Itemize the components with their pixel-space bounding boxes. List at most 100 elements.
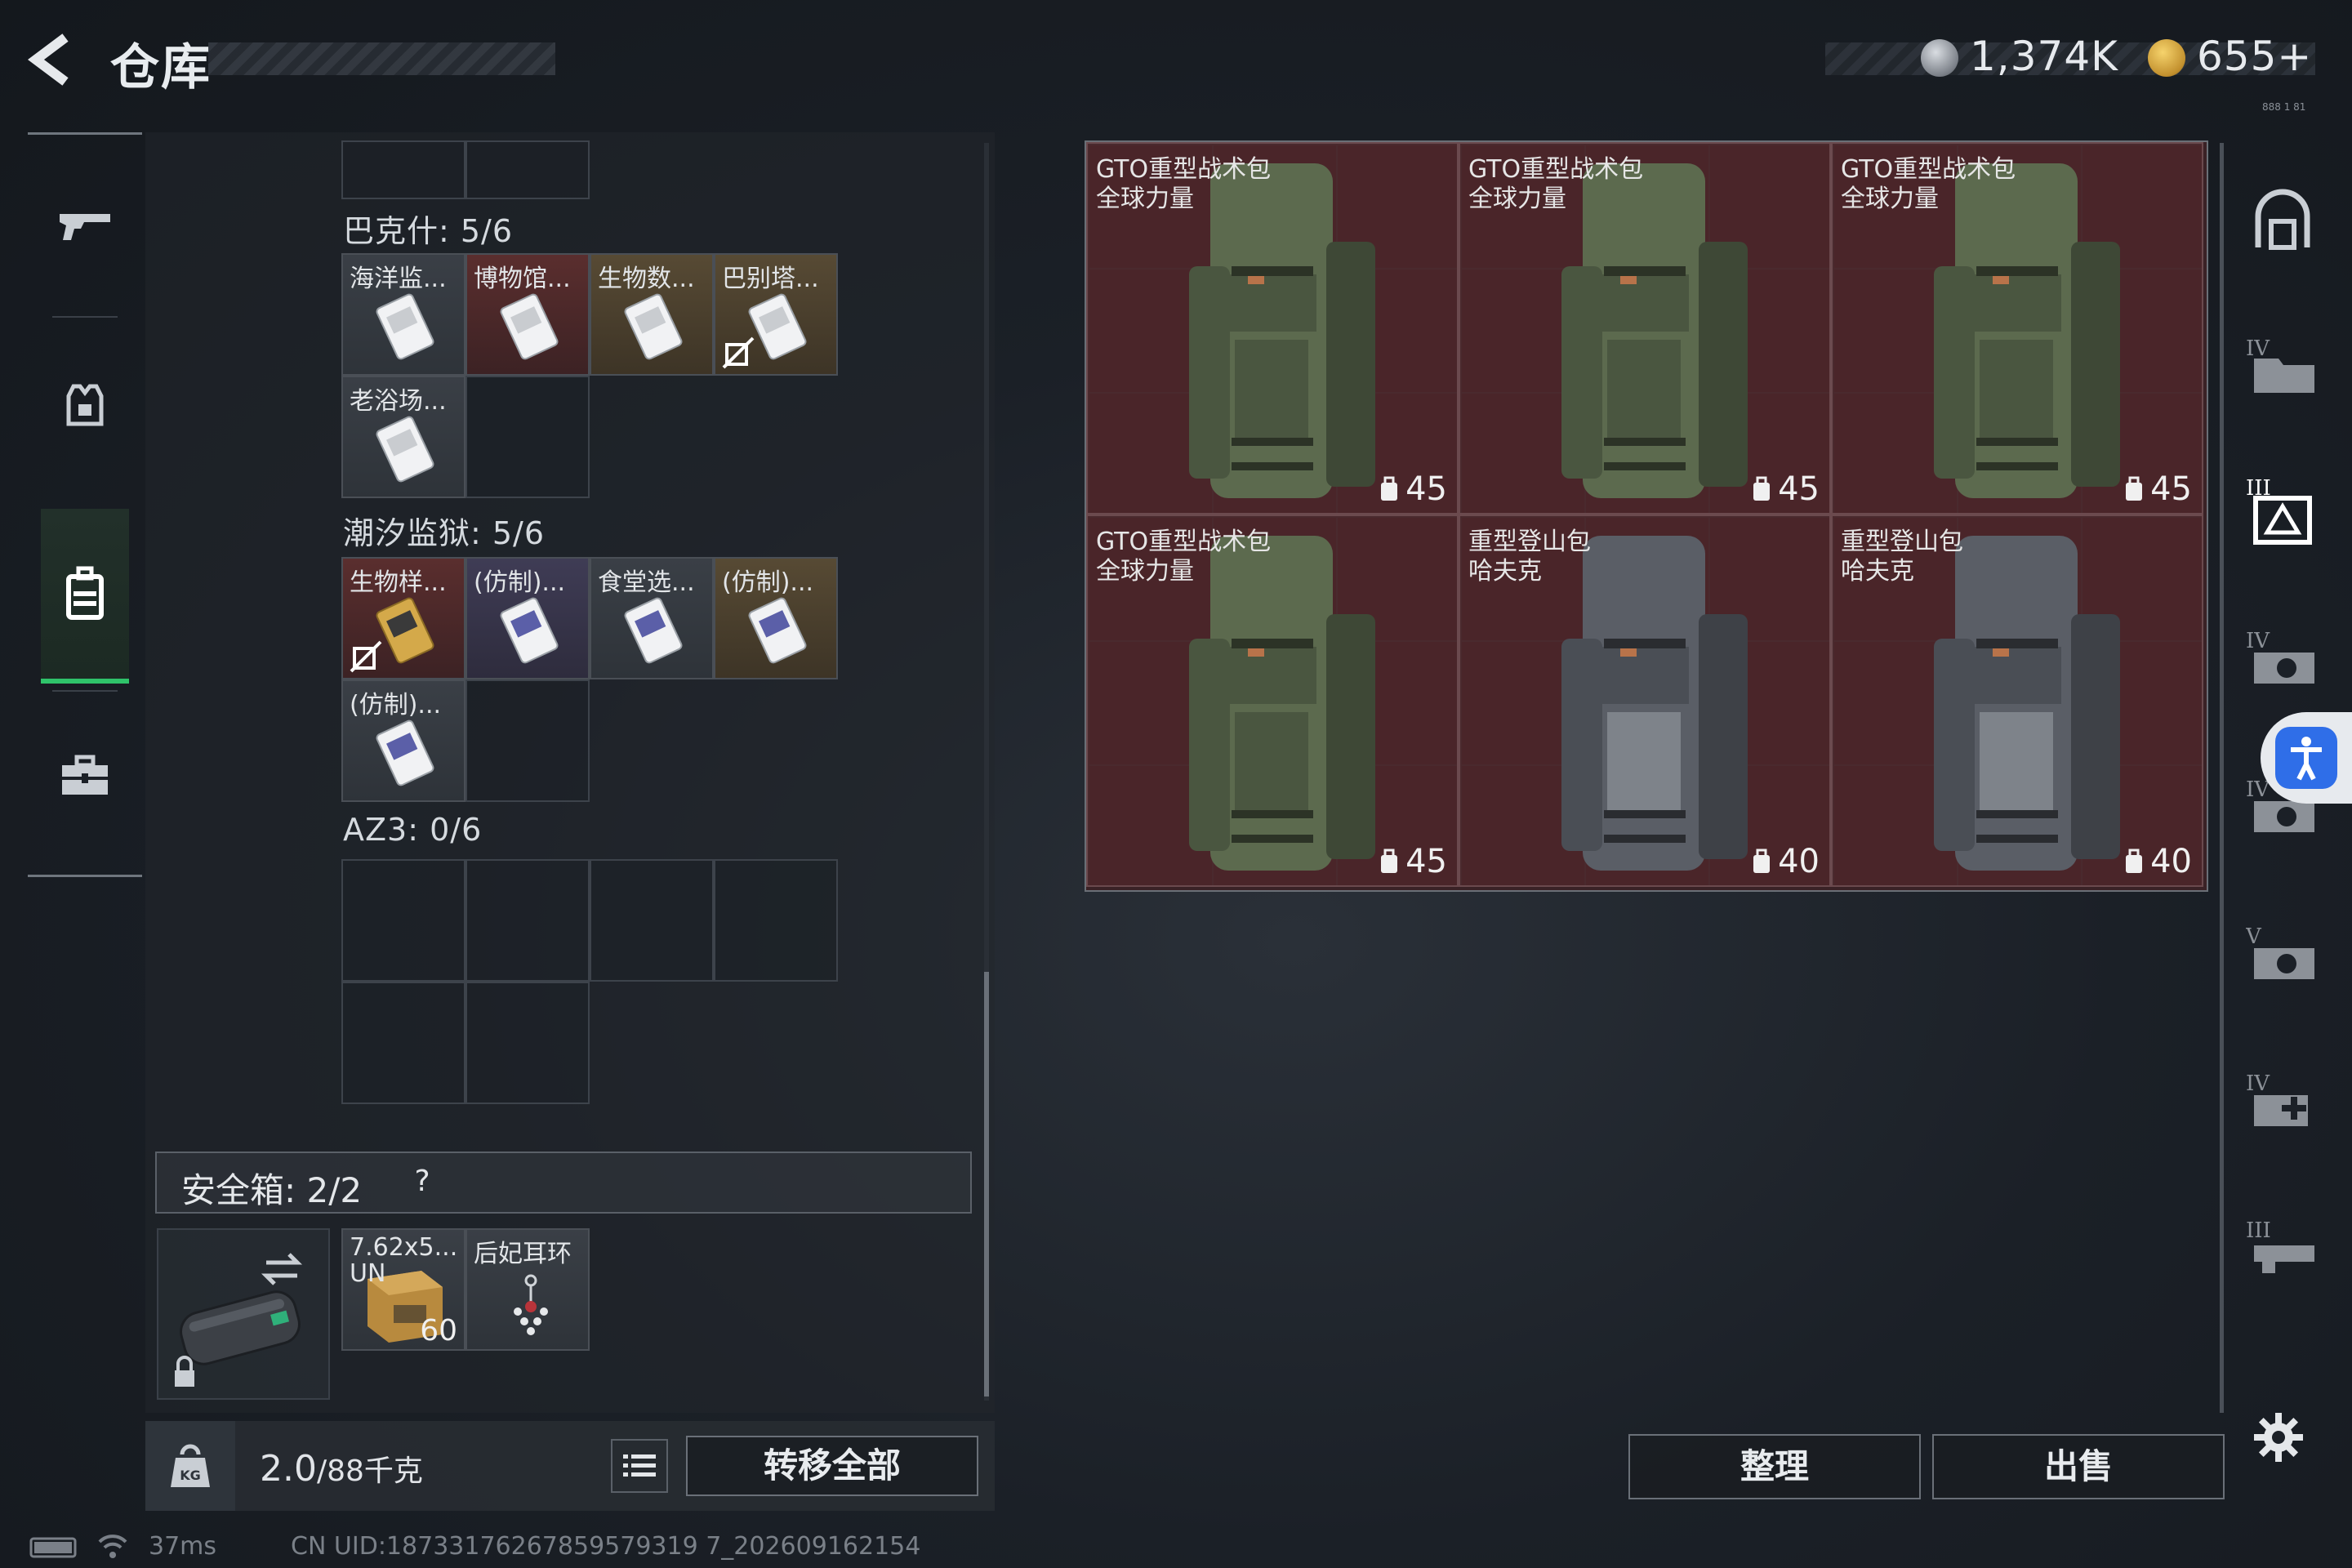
sell-button[interactable]: 出售 (1932, 1434, 2225, 1499)
section-label: 巴克什: 5/6 (343, 213, 514, 249)
capacity-value: 40 (1778, 843, 1820, 880)
capacity-value: 45 (2150, 470, 2192, 508)
accessibility-icon (2291, 737, 2322, 781)
top-bar: 仓库 1,374K 655+ 888 1 81 (0, 0, 2352, 122)
help-button[interactable]: ? (402, 1161, 443, 1202)
empty-slot (466, 140, 590, 199)
wifi-icon (98, 1535, 127, 1558)
empty-slot (341, 859, 466, 982)
item-slot[interactable]: (仿制)... (714, 557, 838, 679)
tier-label: V (2246, 924, 2262, 949)
stash-item[interactable]: GTO重型战术包 全球力量 45 (1086, 142, 1459, 514)
item-slot[interactable]: 7.62x5... UN 60 (341, 1228, 466, 1351)
item-name: 7.62x5... (350, 1233, 458, 1262)
stash-tab-ammo[interactable]: IV (2238, 318, 2328, 408)
stash-tab-weapon[interactable]: III (2238, 1200, 2328, 1290)
weapon-case-icon: III (2246, 1218, 2314, 1273)
item-brand: 全球力量 (1096, 185, 1194, 213)
item-slot[interactable]: 后妃耳环 (466, 1228, 590, 1351)
stash-item[interactable]: 重型登山包 哈夫克 40 (1459, 514, 1831, 887)
tier-label: III (2246, 1218, 2271, 1243)
stash-item[interactable]: 重型登山包 哈夫克 40 (1831, 514, 2203, 887)
nav-armor[interactable] (28, 323, 142, 486)
weight-capacity: /88千克 (316, 1454, 423, 1488)
ping-text: 37ms (149, 1532, 217, 1561)
item-slot[interactable]: (仿制)... (466, 557, 590, 679)
keycard-icon (500, 597, 559, 664)
backpack-tab-icon: III (2246, 476, 2312, 545)
stash-tab-backpack[interactable]: III (2238, 466, 2328, 555)
sort-button[interactable]: 整理 (1628, 1434, 1921, 1499)
stash-item[interactable]: GTO重型战术包 全球力量 45 (1831, 142, 2203, 514)
currency-gold-amount[interactable]: 655+ (2197, 33, 2312, 80)
status-bar: 37ms CN UID:18733176267859579319 7_20260… (0, 1526, 1062, 1566)
keycard-icon (748, 597, 807, 664)
back-arrow-icon (28, 33, 69, 86)
capacity-bag-icon (1381, 849, 1398, 873)
list-icon (623, 1454, 656, 1477)
tier-label: IV (2246, 629, 2270, 653)
nav-weapons[interactable] (28, 143, 142, 306)
capacity-value: 45 (1405, 470, 1447, 508)
keycard-icon (624, 293, 683, 360)
item-brand: 哈夫克 (1841, 557, 1914, 586)
item-slot[interactable]: 巴别塔... (714, 253, 838, 376)
capacity-value: 45 (1778, 470, 1820, 508)
keycard-icon (500, 293, 559, 360)
capacity: 40 (2123, 843, 2192, 880)
keycard-icon (376, 416, 434, 483)
list-view-button[interactable] (611, 1439, 668, 1493)
stash-scrollbar[interactable] (2220, 143, 2224, 1413)
back-button[interactable] (24, 31, 82, 88)
empty-slot (466, 982, 590, 1104)
stash-tab-key[interactable]: IV (2238, 611, 2328, 701)
capacity: 45 (1378, 843, 1447, 880)
item-brand: 哈夫克 (1468, 557, 1542, 586)
stash-tab-home[interactable] (2238, 176, 2328, 266)
item-slot[interactable]: 海洋监... (341, 253, 466, 376)
tiny-version-label: 888 1 81 (2262, 101, 2306, 113)
accessibility-button[interactable] (2261, 712, 2352, 804)
title-decoration (208, 42, 555, 75)
currency-silver-amount: 1,374K (1970, 33, 2118, 80)
tier-label: IV (2246, 336, 2270, 361)
left-nav (28, 132, 142, 877)
weight-value: 2.0 (260, 1448, 317, 1490)
item-brand: 全球力量 (1468, 185, 1566, 213)
capacity-bag-icon (2126, 849, 2143, 873)
item-slot[interactable]: (仿制)... (341, 679, 466, 802)
toolbox-icon (62, 755, 108, 795)
item-slot[interactable]: 博物馆... (466, 253, 590, 376)
stash-item[interactable]: GTO重型战术包 全球力量 45 (1459, 142, 1831, 514)
keycard-icon (376, 293, 434, 360)
section-label: 潮汐监狱: 5/6 (343, 515, 546, 551)
item-slot[interactable]: 食堂选... (590, 557, 714, 679)
item-subname: UN (350, 1259, 386, 1288)
weight-lock: KG (145, 1421, 235, 1511)
empty-slot (466, 376, 590, 498)
accessibility-icon-bg (2275, 727, 2337, 789)
nav-toolbox[interactable] (28, 693, 142, 857)
key-icon: IV (2246, 629, 2314, 684)
silver-coin-icon (1921, 39, 1958, 77)
stash-tab-gear[interactable]: V (2238, 906, 2328, 996)
item-slot[interactable]: 生物样... (341, 557, 466, 679)
capacity-bag-icon (1753, 476, 1771, 501)
item-brand: 全球力量 (1096, 557, 1194, 586)
case-icon: V (2246, 924, 2314, 979)
unlinked-icon (350, 640, 382, 673)
container-scrollbar-thumb[interactable] (984, 972, 989, 1396)
capacity-bag-icon (1381, 476, 1398, 501)
folder-icon: IV (2246, 336, 2314, 393)
item-slot[interactable]: 生物数... (590, 253, 714, 376)
safe-box-container[interactable] (157, 1228, 330, 1400)
earring-icon (514, 1274, 548, 1335)
stash-tab-medkit[interactable]: IV (2238, 1054, 2328, 1143)
item-slot[interactable]: 老浴场... (341, 376, 466, 498)
backpack-icon (66, 566, 104, 620)
nav-backpack[interactable] (41, 509, 129, 684)
empty-slot (466, 859, 590, 982)
transfer-all-button[interactable]: 转移全部 (686, 1436, 978, 1496)
stash-item[interactable]: GTO重型战术包 全球力量 45 (1086, 514, 1459, 887)
settings-button[interactable] (2246, 1405, 2311, 1470)
